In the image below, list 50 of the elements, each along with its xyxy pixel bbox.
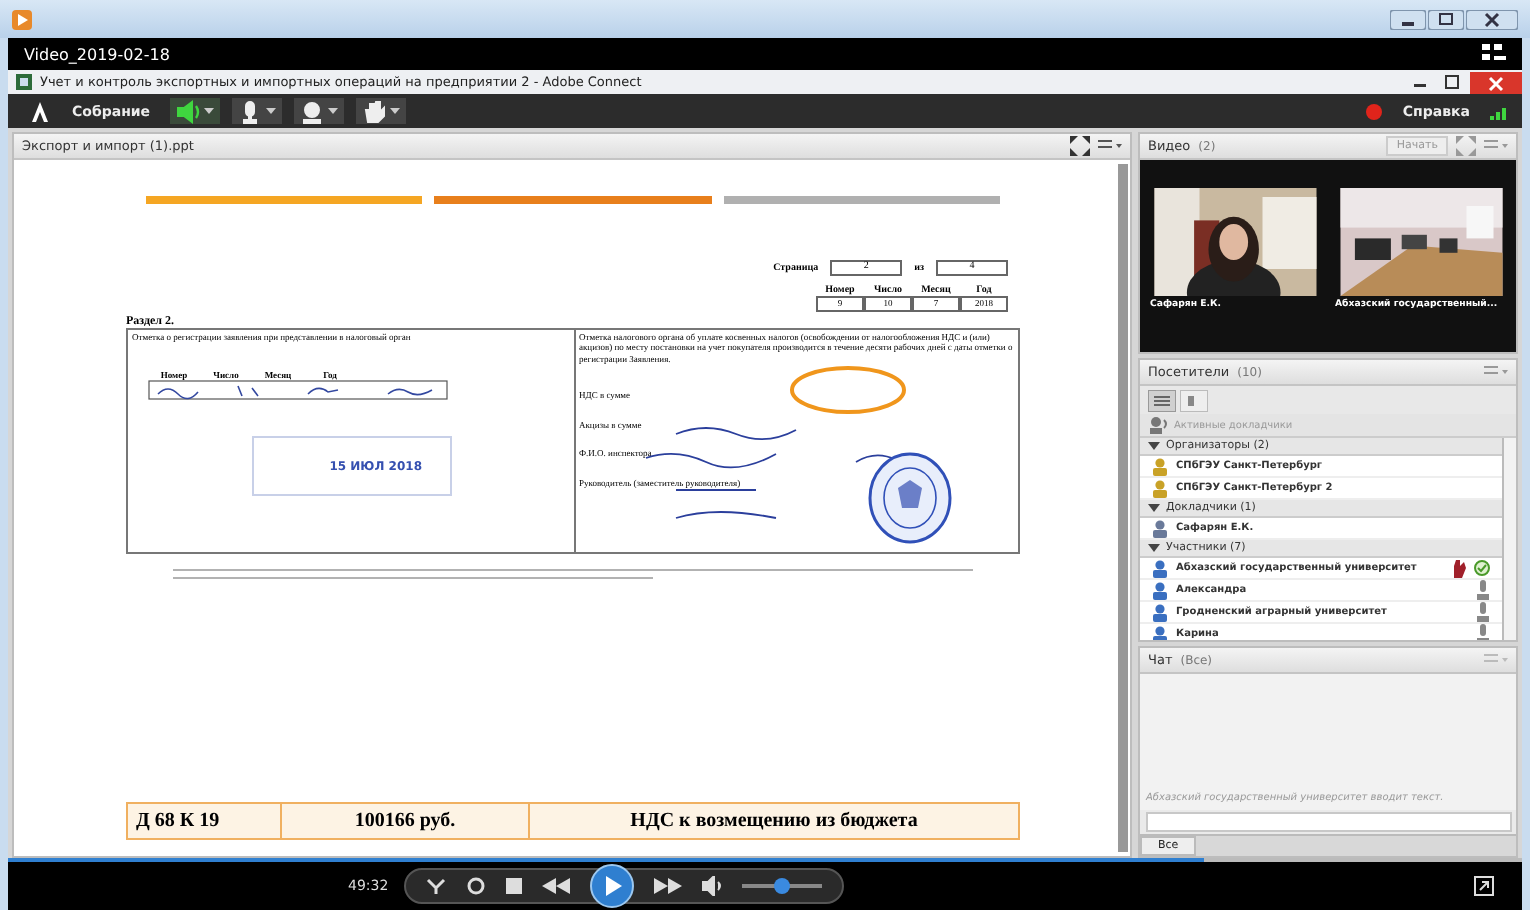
- speaker-icon: [176, 99, 201, 123]
- app-icon: [12, 9, 32, 29]
- signal-icon: [1490, 103, 1510, 119]
- person-icon: [1152, 559, 1168, 577]
- speakers-icon: [1148, 416, 1168, 434]
- hand-button[interactable]: [356, 98, 407, 124]
- fast-forward-icon[interactable]: [654, 878, 683, 894]
- mic-icon: [238, 99, 263, 123]
- person-icon: [1152, 603, 1168, 621]
- minimize-icon[interactable]: [1390, 9, 1426, 29]
- summary-cell: НДС к возмещению из бюджета: [528, 804, 1018, 838]
- person-icon: [1152, 581, 1168, 599]
- app-icon: [16, 74, 32, 90]
- video-title: Video_2019-02-18: [24, 45, 172, 63]
- maximize-icon[interactable]: [1428, 9, 1464, 29]
- close-icon[interactable]: [1470, 71, 1522, 93]
- play-icon[interactable]: [590, 864, 635, 908]
- person-icon: [1152, 479, 1168, 497]
- repeat-icon[interactable]: [466, 876, 487, 896]
- check-icon: [1474, 560, 1490, 576]
- rewind-icon[interactable]: [542, 878, 571, 894]
- adobe-logo-icon: [28, 99, 52, 123]
- status-view-icon[interactable]: [1180, 389, 1208, 411]
- caret-icon: [266, 107, 277, 115]
- chat-input-field[interactable]: [1146, 812, 1512, 832]
- summary-cell-text: Д 68 К 19: [134, 808, 222, 836]
- expanded-icon: [1148, 502, 1160, 514]
- camera-icon: [300, 99, 325, 123]
- volume-thumb[interactable]: [774, 878, 791, 894]
- pod-menu-icon[interactable]: [1098, 138, 1122, 154]
- person-icon: [1152, 457, 1168, 475]
- volume-icon[interactable]: [702, 876, 723, 896]
- caret-icon: [204, 107, 215, 115]
- record-icon: [1366, 103, 1383, 119]
- summary-cell: 100166 руб.: [280, 804, 528, 838]
- expanded-icon: [1148, 542, 1160, 554]
- speaker-button[interactable]: [170, 98, 221, 124]
- layout-icon[interactable]: [1482, 44, 1506, 64]
- list-view-icon[interactable]: [1148, 389, 1176, 411]
- camera-button[interactable]: [294, 98, 345, 124]
- fullscreen-icon[interactable]: [1070, 136, 1090, 156]
- mic-button[interactable]: [232, 98, 283, 124]
- stop-icon[interactable]: [506, 878, 523, 894]
- caret-icon: [328, 107, 339, 115]
- caret-icon: [390, 107, 401, 115]
- switch-view-icon[interactable]: [1474, 876, 1494, 896]
- hand-icon: [362, 99, 387, 123]
- person-icon: [1152, 625, 1168, 640]
- person-icon: [1152, 519, 1168, 537]
- close-icon[interactable]: [1466, 9, 1518, 29]
